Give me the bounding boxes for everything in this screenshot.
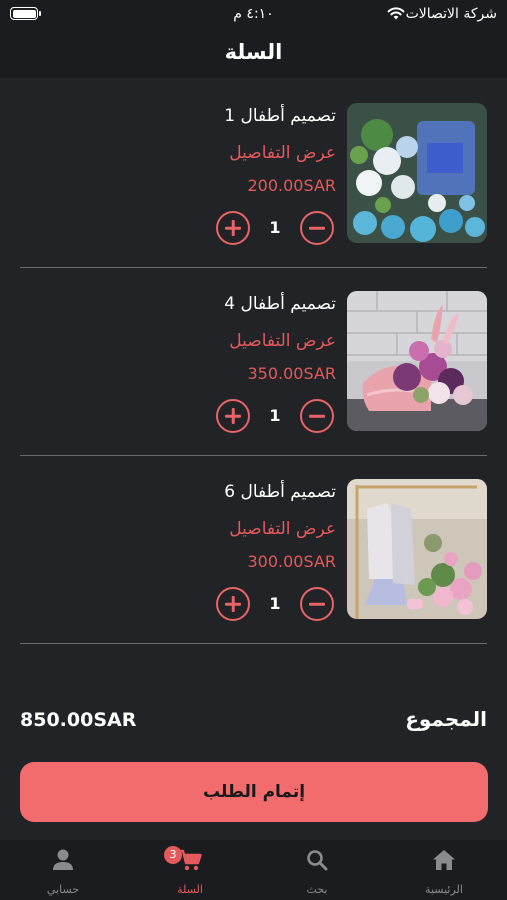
product-image[interactable] xyxy=(347,103,487,243)
tab-label: بحث xyxy=(306,883,328,896)
tab-account[interactable]: حسابي xyxy=(0,840,126,900)
tab-search[interactable]: بحث xyxy=(254,840,380,900)
divider xyxy=(20,643,487,644)
page-title: السلة xyxy=(224,40,283,64)
quantity-value: 1 xyxy=(269,594,281,613)
product-image[interactable] xyxy=(347,479,487,619)
cart-item: تصميم أطفال 1 عرض التفاصيل 200.00SAR 1 xyxy=(0,80,507,268)
search-icon xyxy=(307,850,328,871)
tab-bar: حسابي 3 السلة بحث الرئيسية xyxy=(0,840,507,900)
battery-icon xyxy=(10,7,41,20)
tab-home[interactable]: الرئيسية xyxy=(381,840,507,900)
tab-label: السلة xyxy=(177,883,203,896)
view-details-link[interactable]: عرض التفاصيل xyxy=(229,143,336,163)
product-name: تصميم أطفال 1 xyxy=(224,106,336,126)
view-details-link[interactable]: عرض التفاصيل xyxy=(229,331,336,351)
product-image[interactable] xyxy=(347,291,487,431)
decrease-quantity-button[interactable] xyxy=(300,399,334,433)
cart-list: تصميم أطفال 1 عرض التفاصيل 200.00SAR 1 ت xyxy=(0,80,507,644)
view-details-link[interactable]: عرض التفاصيل xyxy=(229,519,336,539)
product-price: 350.00SAR xyxy=(247,364,337,383)
decrease-quantity-button[interactable] xyxy=(300,587,334,621)
increase-quantity-button[interactable] xyxy=(216,587,250,621)
tab-label: حسابي xyxy=(46,883,80,896)
tab-cart[interactable]: 3 السلة xyxy=(127,840,253,900)
product-name: تصميم أطفال 4 xyxy=(224,294,336,314)
person-icon xyxy=(53,849,73,870)
quantity-value: 1 xyxy=(269,406,281,425)
product-price: 200.00SAR xyxy=(247,176,337,195)
status-bar: شركة الاتصالات ٤:١٠ م xyxy=(0,0,507,32)
tab-label: الرئيسية xyxy=(425,883,463,896)
product-name: تصميم أطفال 6 xyxy=(224,482,336,502)
increase-quantity-button[interactable] xyxy=(216,211,250,245)
increase-quantity-button[interactable] xyxy=(216,399,250,433)
nav-header: السلة xyxy=(0,32,507,78)
status-time: ٤:١٠ م xyxy=(233,6,274,22)
total-value: 850.00SAR xyxy=(20,709,137,731)
quantity-value: 1 xyxy=(269,218,281,237)
total-label: المجموع xyxy=(405,707,487,731)
home-icon xyxy=(433,850,455,870)
cart-count-badge: 3 xyxy=(164,846,182,864)
checkout-button[interactable]: إتمام الطلب xyxy=(20,762,488,822)
decrease-quantity-button[interactable] xyxy=(300,211,334,245)
cart-item: تصميم أطفال 6 عرض التفاصيل 300.00SAR 1 xyxy=(0,456,507,644)
product-price: 300.00SAR xyxy=(247,552,337,571)
cart-item: تصميم أطفال 4 عرض التفاصيل 350.00SAR 1 xyxy=(0,268,507,456)
